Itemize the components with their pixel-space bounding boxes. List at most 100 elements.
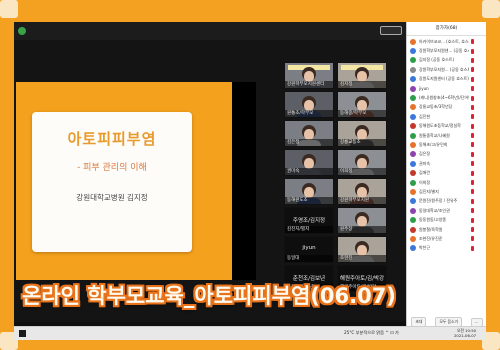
avatar xyxy=(410,123,416,130)
tile-name-label: 동일대 xyxy=(285,255,333,262)
participant-item[interactable]: 권미숙 xyxy=(407,159,486,168)
participant-item[interactable]: 동동원동/고양종 xyxy=(407,215,486,224)
security-shield-icon[interactable] xyxy=(18,27,26,35)
slide-side-pane xyxy=(232,82,256,280)
meeting-window: 아토피피부염 - 피부 관리의 이해 강원대학교병원 김지정 강원학부모지원센터… xyxy=(14,22,406,340)
mic-muted-icon xyxy=(471,142,474,148)
system-tray[interactable]: 25°C 부분적으로 맑음 ^ ⊡ 가 xyxy=(344,330,399,336)
participant-name: 강원학부모지원... (공동 호스트) xyxy=(419,66,469,72)
video-tile[interactable]: 강릉교동초 xyxy=(337,120,387,147)
participant-item[interactable]: 김애란 xyxy=(407,168,486,177)
video-gallery: 강원학부모지원센터 김지정원통초/학부모 동해중/학부모김은정 강릉교동초권미숙 이희정… xyxy=(284,62,390,294)
participant-name: 이희정 xyxy=(419,179,431,185)
participant-name: 강원학부모지원센... (공동 호스트) xyxy=(419,48,469,54)
participant-name: 원통중학교/나혜원 xyxy=(419,132,450,138)
mic-muted-icon xyxy=(471,198,474,204)
participant-item[interactable]: 강원학부모지원센... (공동 호스트) xyxy=(407,46,486,55)
mic-muted-icon xyxy=(471,151,474,157)
video-tile[interactable]: 김지정 xyxy=(337,62,387,89)
participants-list[interactable]: 아카이브코코... (호스트, 호스트) 강원학부모지원센... (공동 호스트)… xyxy=(407,36,486,253)
participant-item[interactable]: 강릉교동초/3학년당 xyxy=(407,103,486,112)
avatar xyxy=(410,217,416,224)
mic-muted-icon xyxy=(471,76,474,82)
windows-start-icon[interactable] xyxy=(19,330,26,337)
participant-item[interactable]: 이희정 xyxy=(407,178,486,187)
view-toggle-button[interactable] xyxy=(380,26,402,35)
avatar xyxy=(410,179,416,186)
participant-item[interactable]: 강원도지원센터 (공동 호스트) xyxy=(407,75,486,84)
avatar xyxy=(410,245,416,252)
mic-muted-icon xyxy=(471,170,474,176)
participant-item[interactable]: 동해초/고/유민희 xyxy=(407,140,486,149)
mic-muted-icon xyxy=(471,208,474,214)
video-tile[interactable]: 원통초/학부모 xyxy=(284,91,334,118)
video-tile[interactable]: 동해중/학부모 xyxy=(337,91,387,118)
avatar xyxy=(410,235,416,242)
frame-corner xyxy=(0,0,18,18)
tile-name-label: 김은정 xyxy=(285,139,333,146)
participant-item[interactable]: (캐니)원창초(4~6학년)/단어단... xyxy=(407,93,486,102)
video-caption: 온라인 학부모교육_아토피피부염(06.07) xyxy=(22,284,396,308)
shared-slide: 아토피피부염 - 피부 관리의 이해 강원대학교병원 김지정 xyxy=(16,82,232,280)
tile-name-label: 강원학부모지원 xyxy=(338,197,386,204)
participant-item[interactable]: 김진현 xyxy=(407,112,486,121)
mic-muted-icon xyxy=(471,104,474,110)
participant-name: 강원도지원센터 (공동 호스트) xyxy=(419,76,469,82)
participant-name: (캐니)원창초(4~6학년)/단어단... xyxy=(419,95,469,101)
mic-muted-icon xyxy=(471,86,474,92)
video-tile[interactable]: 권미숙 xyxy=(284,149,334,176)
mic-muted-icon xyxy=(471,114,474,120)
participant-item[interactable]: 김은정 xyxy=(407,150,486,159)
mic-muted-icon xyxy=(471,48,474,54)
participant-item[interactable]: 김지정 (공동 호스트) xyxy=(407,56,486,65)
participant-name: 아카이브코코... (호스트, 호스트) xyxy=(419,38,469,44)
avatar xyxy=(410,198,416,205)
tile-name-label: 강릉교동초 xyxy=(338,139,386,146)
participant-item[interactable]: 원통중학교/나혜원 xyxy=(407,131,486,140)
participant-name: 동일대학교/조인권 xyxy=(419,207,450,213)
participant-item[interactable]: 동해원도초등학교/정실학 xyxy=(407,122,486,131)
tile-name-label: 권미숙 xyxy=(285,168,333,175)
participant-item[interactable]: 김진지/별지 xyxy=(407,187,486,196)
video-tile[interactable]: 김은정 xyxy=(284,120,334,147)
mic-muted-icon xyxy=(471,123,474,129)
participant-item[interactable]: 원봉철/육학원 xyxy=(407,225,486,234)
participant-item[interactable]: 조현진/유진준 xyxy=(407,234,486,243)
mic-muted-icon xyxy=(471,189,474,195)
participant-item[interactable]: jiyun xyxy=(407,84,486,93)
meeting-topbar xyxy=(14,22,406,40)
participant-item[interactable]: 동일대학교/조인권 xyxy=(407,206,486,215)
video-tile[interactable]: 동해원도초 xyxy=(284,178,334,205)
mic-muted-icon xyxy=(471,57,474,63)
video-tile[interactable]: 주영조/김지정 김진지/별지 xyxy=(284,207,334,234)
avatar xyxy=(410,85,416,92)
video-tile[interactable]: 강원학부모지원센터 xyxy=(284,62,334,89)
tile-display-name: jiyun xyxy=(302,245,316,251)
participant-name: 강릉교동초/3학년당 xyxy=(419,104,453,110)
video-tile[interactable]: 이희정 xyxy=(337,149,387,176)
mic-muted-icon xyxy=(471,245,474,251)
avatar xyxy=(410,76,416,83)
windows-taskbar: 25°C 부분적으로 맑음 ^ ⊡ 가 오전 10:50 2021-06-07 xyxy=(14,326,486,340)
taskbar-clock[interactable]: 오전 10:50 2021-06-07 xyxy=(454,328,476,338)
mic-muted-icon xyxy=(471,133,474,139)
participant-item[interactable]: 아카이브코코... (호스트, 호스트) xyxy=(407,37,486,46)
slide-title: 아토피피부염 xyxy=(67,130,157,148)
participant-item[interactable]: 강원학부모지원... (공동 호스트) xyxy=(407,65,486,74)
tile-name-label: 원통초/학부모 xyxy=(285,110,333,117)
avatar xyxy=(410,207,416,214)
video-tile[interactable]: jiyun 동일대 xyxy=(284,236,334,263)
mic-muted-icon xyxy=(471,67,474,73)
avatar xyxy=(410,57,416,64)
video-tile[interactable]: 강원학부모지원 xyxy=(337,178,387,205)
participant-name: 조현진/유진준 xyxy=(419,235,443,241)
participant-item[interactable]: 문원진/원주장 / 전유주 xyxy=(407,197,486,206)
video-tile[interactable]: 조현진 xyxy=(337,236,387,263)
avatar xyxy=(410,170,416,177)
video-tile[interactable]: 원주장 xyxy=(337,207,387,234)
avatar xyxy=(410,141,416,148)
tile-name-label: 김지정 xyxy=(338,81,386,88)
tile-name-label: 김진지/별지 xyxy=(285,226,333,233)
participant-item[interactable]: 박찬근 xyxy=(407,244,486,253)
tile-name-label: 동해원도초 xyxy=(285,197,333,204)
